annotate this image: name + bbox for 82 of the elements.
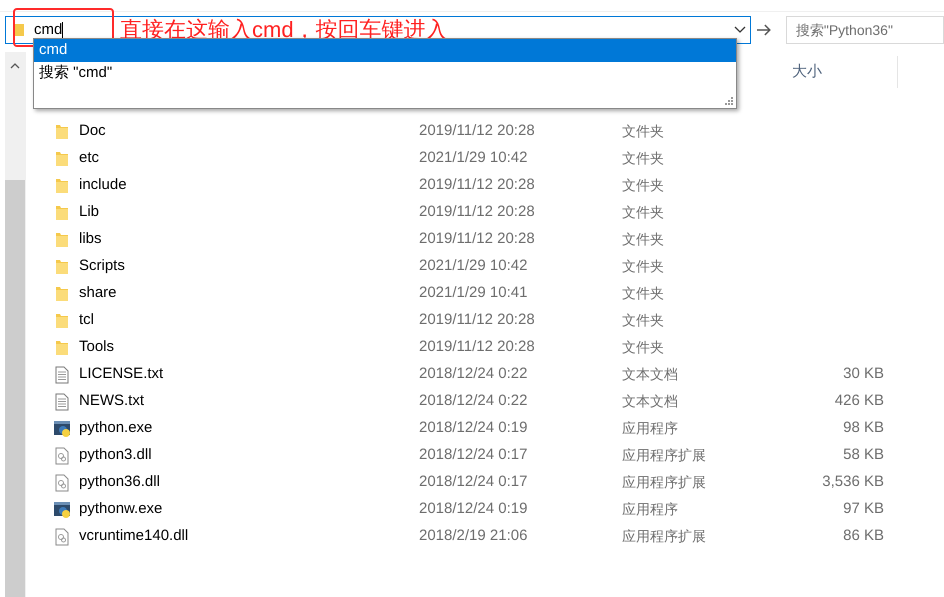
folder-icon — [54, 258, 68, 274]
file-name[interactable]: etc — [79, 147, 419, 170]
document-icon — [54, 392, 68, 410]
chevron-down-icon[interactable] — [734, 26, 746, 34]
folder-icon — [54, 286, 68, 302]
resize-grip-icon[interactable] — [724, 96, 734, 106]
file-type: 文件夹 — [622, 149, 665, 168]
folder-icon — [54, 178, 68, 194]
file-type: 应用程序扩展 — [622, 446, 707, 465]
folder-icon — [13, 23, 25, 37]
scroll-up-icon[interactable] — [10, 62, 20, 70]
file-size: 30 KB — [843, 365, 884, 382]
file-size: 58 KB — [843, 446, 884, 464]
modified-date: 2019/11/12 20:28 — [419, 310, 536, 330]
file-type: 文件夹 — [622, 338, 665, 357]
modified-date: 2019/11/12 20:28 — [419, 337, 536, 358]
gear-document-icon — [54, 528, 68, 546]
folder-icon — [54, 232, 68, 248]
modified-date: 2021/1/29 10:42 — [419, 148, 528, 168]
file-name[interactable]: Tools — [79, 336, 419, 359]
file-type: 文件夹 — [622, 311, 665, 330]
suggestion-item[interactable]: 搜索 "cmd" — [34, 62, 736, 85]
file-type: 文件夹 — [622, 284, 665, 303]
modified-date: 2018/2/19 21:06 — [419, 526, 528, 546]
file-type: 文本文档 — [622, 365, 679, 384]
document-icon — [54, 366, 68, 384]
file-name[interactable]: python.exe — [79, 417, 419, 440]
file-size: 86 KB — [843, 527, 884, 544]
file-name[interactable]: tcl — [79, 309, 419, 332]
search-field[interactable]: 搜索"Python36" — [786, 16, 944, 44]
modified-date: 2019/11/12 20:28 — [419, 202, 536, 222]
modified-date: 2018/12/24 0:19 — [419, 418, 528, 438]
application-icon — [52, 500, 70, 518]
file-name[interactable]: libs — [79, 228, 419, 251]
file-type: 文件夹 — [622, 203, 665, 222]
file-name[interactable]: python3.dll — [79, 444, 419, 467]
file-type: 文件夹 — [622, 122, 665, 141]
modified-date: 2021/1/29 10:42 — [419, 256, 528, 276]
modified-date: 2018/12/24 0:22 — [419, 364, 528, 384]
file-size: 98 KB — [843, 419, 884, 436]
file-name[interactable]: NEWS.txt — [79, 390, 419, 413]
file-name[interactable]: Lib — [79, 201, 419, 224]
modified-date: 2019/11/12 20:28 — [419, 229, 536, 250]
file-name[interactable]: Doc — [79, 120, 419, 143]
file-size: 97 KB — [843, 500, 884, 518]
folder-icon — [54, 204, 68, 220]
modified-date: 2018/12/24 0:22 — [419, 391, 528, 412]
modified-date: 2019/11/12 20:28 — [419, 121, 536, 142]
file-name[interactable]: pythonw.exe — [79, 498, 419, 521]
gear-document-icon — [54, 446, 68, 464]
file-name[interactable]: Scripts — [79, 255, 419, 278]
file-type: 应用程序 — [622, 500, 679, 519]
arrow-right-icon[interactable] — [756, 24, 772, 36]
folder-icon — [54, 124, 68, 140]
suggestion-item[interactable]: cmd — [34, 39, 736, 62]
file-size: 3,536 KB — [822, 473, 884, 490]
file-type: 应用程序扩展 — [622, 527, 707, 546]
scrollbar-thumb[interactable] — [5, 180, 25, 597]
file-type: 文件夹 — [622, 257, 665, 276]
file-type: 文本文档 — [622, 392, 679, 411]
column-header[interactable]: 大小 — [792, 56, 898, 88]
address-input[interactable]: cmd — [34, 18, 62, 42]
file-name[interactable]: LICENSE.txt — [79, 363, 419, 386]
folder-icon — [54, 340, 68, 356]
file-name[interactable]: python36.dll — [79, 471, 419, 494]
modified-date: 2018/12/24 0:17 — [419, 445, 528, 466]
file-type: 文件夹 — [622, 230, 665, 249]
file-size: 426 KB — [834, 392, 884, 410]
file-name[interactable]: vcruntime140.dll — [79, 525, 419, 548]
application-icon — [52, 420, 70, 438]
file-type: 应用程序扩展 — [622, 473, 707, 492]
gear-document-icon — [54, 474, 68, 492]
modified-date: 2018/12/24 0:17 — [419, 472, 528, 492]
modified-date: 2018/12/24 0:19 — [419, 499, 528, 520]
file-type: 应用程序 — [622, 419, 679, 438]
file-name[interactable]: share — [79, 282, 419, 305]
modified-date: 2021/1/29 10:41 — [419, 283, 528, 304]
modified-date: 2019/11/12 20:28 — [419, 175, 536, 196]
folder-icon — [54, 312, 68, 328]
folder-icon — [54, 150, 68, 166]
file-name[interactable]: include — [79, 174, 419, 197]
file-type: 文件夹 — [622, 176, 665, 195]
